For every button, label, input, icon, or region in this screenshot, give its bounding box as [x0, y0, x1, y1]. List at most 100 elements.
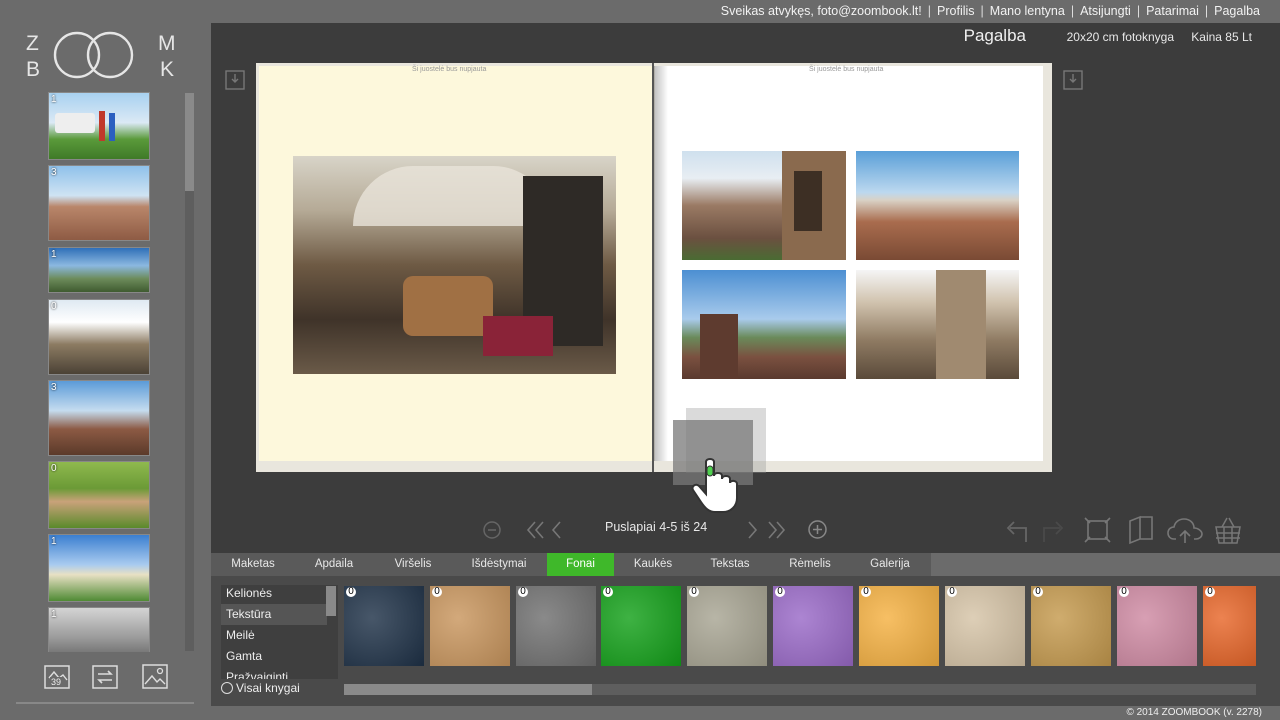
photo-thumbnail[interactable]: 0	[48, 461, 150, 529]
background-category-list: Kelionės Tekstūra Meilė Gamta Pražvaigin…	[221, 585, 338, 679]
radio-button[interactable]	[221, 682, 233, 694]
prev-page-icon[interactable]	[550, 519, 564, 541]
background-swatch[interactable]: 0	[430, 586, 510, 666]
photo-frame-main[interactable]	[293, 156, 616, 374]
photo-frame-3[interactable]	[682, 270, 846, 379]
photo-thumbnail[interactable]: 3	[48, 380, 150, 456]
tab-finish[interactable]: Apdaila	[300, 553, 368, 576]
undo-icon[interactable]	[1004, 516, 1030, 544]
background-swatch[interactable]: 0	[773, 586, 853, 666]
cloud-upload-icon[interactable]	[1166, 515, 1204, 545]
photo-thumbnail[interactable]: 1	[48, 607, 150, 652]
top-navigation: Sveikas atvykęs, foto@zoombook.lt! | Profi…	[720, 4, 1260, 18]
background-swatch[interactable]: 0	[1117, 586, 1197, 666]
photo-count: 39	[50, 677, 63, 687]
photo-count-icon[interactable]: 39	[43, 662, 71, 690]
photo-frame-4[interactable]	[856, 270, 1019, 379]
book-size: 20x20 cm fotoknyga	[1066, 30, 1174, 44]
left-page-layout-icon[interactable]	[225, 68, 245, 90]
background-swatch[interactable]: 0	[344, 586, 424, 666]
photo-frame-1[interactable]	[682, 151, 846, 260]
usage-count: 3	[51, 167, 57, 178]
nav-link-help[interactable]: Pagalba	[1214, 4, 1260, 18]
tab-frame[interactable]: Rėmelis	[778, 553, 842, 576]
copyright: © 2014 ZOOMBOOK (v. 2278)	[1126, 707, 1262, 718]
logo-text-book: B	[26, 58, 40, 81]
category-item-selected[interactable]: Tekstūra	[221, 604, 327, 625]
fullscreen-icon[interactable]	[1083, 516, 1112, 544]
category-item[interactable]: Gamta	[221, 646, 327, 667]
photo-thumbnail[interactable]: 1	[48, 92, 150, 160]
photo-thumbnail[interactable]: 1	[48, 534, 150, 602]
category-item[interactable]: Meilė	[221, 625, 327, 646]
right-page-layout-icon[interactable]	[1063, 68, 1083, 90]
cut-guide-right: Ši juostelė bus nupjauta	[809, 66, 884, 73]
swap-photos-icon[interactable]	[91, 662, 119, 690]
category-item[interactable]: Pražvaiginti	[221, 667, 327, 679]
tab-layout[interactable]: Maketas	[219, 553, 287, 576]
apply-to-all-label: Visai knygai	[236, 681, 300, 695]
background-swatch[interactable]: 0	[687, 586, 767, 666]
right-page[interactable]	[655, 66, 1043, 461]
left-panel-divider	[16, 702, 194, 704]
usage-count: 0	[775, 587, 785, 597]
nav-link-logout[interactable]: Atsijungti	[1080, 4, 1131, 18]
tab-text[interactable]: Tekstas	[698, 553, 762, 576]
background-swatch[interactable]: 0	[945, 586, 1025, 666]
page-title: Pagalba	[963, 26, 1026, 45]
nav-link-profile[interactable]: Profilis	[937, 4, 975, 18]
usage-count: 3	[51, 382, 57, 393]
zoombook-logo: Z M B K	[26, 31, 176, 81]
usage-count: 0	[518, 587, 528, 597]
tab-cover[interactable]: Viršelis	[379, 553, 447, 576]
usage-count: 0	[432, 587, 442, 597]
nav-link-tips[interactable]: Patarimai	[1146, 4, 1199, 18]
photo-thumbnail[interactable]: 1	[48, 247, 150, 293]
usage-count: 1	[51, 249, 57, 260]
last-page-icon[interactable]	[765, 519, 787, 541]
usage-count: 0	[51, 463, 57, 474]
background-swatch[interactable]: 0	[859, 586, 939, 666]
usage-count: 0	[1033, 587, 1043, 597]
usage-count: 0	[603, 587, 613, 597]
photo-thumbnail[interactable]: 3	[48, 165, 150, 241]
tab-gallery[interactable]: Galerija	[858, 553, 922, 576]
page-indicator: Puslapiai 4-5 iš 24	[605, 520, 708, 534]
cut-guide-left: Ši juostelė bus nupjauta	[412, 66, 487, 73]
usage-count: 1	[51, 609, 57, 620]
book-price: Kaina 85 Lt	[1191, 30, 1252, 44]
cart-icon[interactable]	[1213, 515, 1243, 545]
thumbnail-scrollbar[interactable]	[185, 93, 194, 651]
apply-to-all-option[interactable]: Visai knygai	[221, 681, 300, 695]
usage-count: 1	[51, 536, 57, 547]
photo-thumbnail-list: 1 3 1 0 3 0 1 1	[48, 92, 150, 652]
usage-count: 0	[1119, 587, 1129, 597]
first-page-icon[interactable]	[525, 519, 547, 541]
book-preview-icon[interactable]	[1127, 515, 1155, 545]
redo-icon[interactable]	[1040, 516, 1066, 544]
category-scrollbar[interactable]	[326, 586, 336, 616]
photo-frame-2[interactable]	[856, 151, 1019, 260]
background-swatch[interactable]: 0	[601, 586, 681, 666]
tab-masks[interactable]: Kaukės	[621, 553, 685, 576]
welcome-text: Sveikas atvykęs, foto@zoombook.lt!	[720, 4, 922, 18]
nav-link-shelf[interactable]: Mano lentyna	[990, 4, 1065, 18]
background-swatch[interactable]: 0	[1203, 586, 1256, 666]
category-item[interactable]: Kelionės	[221, 585, 327, 604]
usage-count: 0	[346, 587, 356, 597]
add-photo-icon[interactable]	[141, 662, 169, 690]
next-page-icon[interactable]	[745, 519, 759, 541]
logo-text-zoom: Z	[26, 32, 39, 55]
usage-count: 0	[1205, 587, 1215, 597]
zoom-in-icon[interactable]	[807, 519, 828, 540]
background-swatch[interactable]: 0	[1031, 586, 1111, 666]
usage-count: 1	[51, 94, 57, 105]
background-swatch[interactable]: 0	[516, 586, 596, 666]
zoom-out-icon[interactable]	[482, 520, 502, 540]
tab-arrangements[interactable]: Išdėstymai	[462, 553, 536, 576]
photo-thumbnail[interactable]: 0	[48, 299, 150, 375]
usage-count: 0	[861, 587, 871, 597]
swatch-scrollbar[interactable]	[344, 684, 1256, 695]
tab-backgrounds[interactable]: Fonai	[547, 553, 614, 576]
svg-text:M: M	[158, 32, 176, 55]
